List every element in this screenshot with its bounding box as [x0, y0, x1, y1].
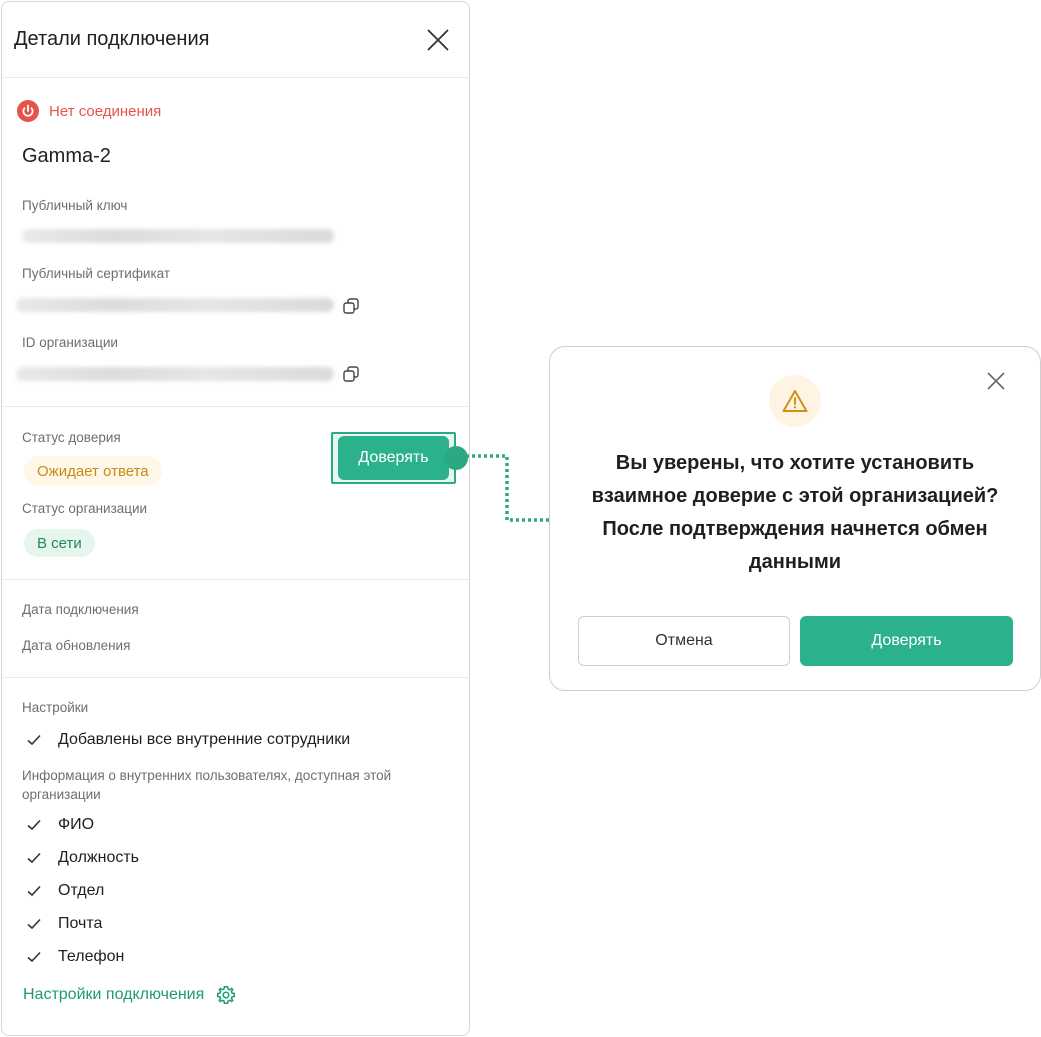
- check-icon: [27, 852, 41, 864]
- connector-line: [466, 454, 550, 522]
- info-item: Телефон: [26, 948, 124, 966]
- divider: [2, 406, 469, 407]
- info-item: Отдел: [26, 882, 104, 900]
- copy-icon[interactable]: [342, 365, 360, 383]
- trust-status-badge: Ожидает ответа: [24, 456, 162, 486]
- check-icon: [27, 734, 41, 746]
- org-status-badge: В сети: [24, 529, 95, 557]
- org-id-label: ID организации: [22, 335, 118, 350]
- connector-dot: [444, 446, 468, 470]
- updated-date-label: Дата обновления: [22, 638, 131, 653]
- connection-status-text: Нет соединения: [49, 102, 162, 120]
- connected-date-label: Дата подключения: [22, 602, 139, 617]
- info-item: ФИО: [26, 816, 94, 834]
- close-icon[interactable]: [426, 28, 450, 52]
- divider: [2, 677, 469, 678]
- info-item-text: ФИО: [58, 816, 95, 833]
- info-item-text: Почта: [58, 915, 103, 932]
- power-icon: [17, 100, 39, 122]
- confirm-trust-dialog: Вы уверены, что хотите установить взаимн…: [549, 346, 1041, 691]
- trust-button[interactable]: Доверять: [338, 436, 449, 480]
- check-icon: [27, 819, 41, 831]
- org-id-value: [16, 367, 334, 381]
- dialog-message: Вы уверены, что хотите установить взаимн…: [591, 452, 999, 573]
- check-icon: [27, 885, 41, 897]
- info-item: Почта: [26, 915, 102, 933]
- info-item-text: Отдел: [58, 882, 105, 899]
- settings-item-text: Добавлены все внутренние сотрудники: [58, 731, 351, 748]
- check-icon: [27, 918, 41, 930]
- connection-details-panel: Детали подключения Нет соединения Gamma-…: [1, 1, 470, 1036]
- check-icon: [27, 951, 41, 963]
- settings-label: Настройки: [22, 700, 89, 715]
- confirm-trust-button[interactable]: Доверять: [800, 616, 1013, 666]
- info-item: Должность: [26, 849, 139, 867]
- connection-status: Нет соединения: [17, 100, 161, 122]
- connection-settings-link[interactable]: Настройки подключения: [23, 985, 236, 1005]
- trust-status-label: Статус доверия: [22, 430, 121, 445]
- org-status-label: Статус организации: [22, 501, 148, 516]
- warning-badge: [769, 375, 821, 427]
- copy-icon[interactable]: [342, 297, 360, 315]
- public-cert-label: Публичный сертификат: [22, 266, 171, 281]
- cancel-button[interactable]: Отмена: [578, 616, 790, 666]
- warning-icon: [782, 390, 808, 412]
- settings-item: Добавлены все внутренние сотрудники: [26, 731, 350, 749]
- gear-icon: [217, 986, 236, 1004]
- connection-settings-link-text: Настройки подключения: [23, 986, 205, 1003]
- connection-name: Gamma-2: [22, 145, 111, 167]
- close-icon[interactable]: [984, 369, 1008, 393]
- divider: [2, 579, 469, 580]
- panel-title: Детали подключения: [14, 28, 210, 50]
- info-label: Информация о внутренних пользователях, д…: [22, 768, 392, 802]
- info-item-text: Должность: [58, 849, 139, 866]
- public-cert-value: [16, 298, 334, 312]
- public-key-label: Публичный ключ: [22, 198, 128, 213]
- panel-header: Детали подключения: [2, 2, 469, 78]
- public-key-value: [22, 229, 334, 243]
- info-item-text: Телефон: [58, 948, 125, 965]
